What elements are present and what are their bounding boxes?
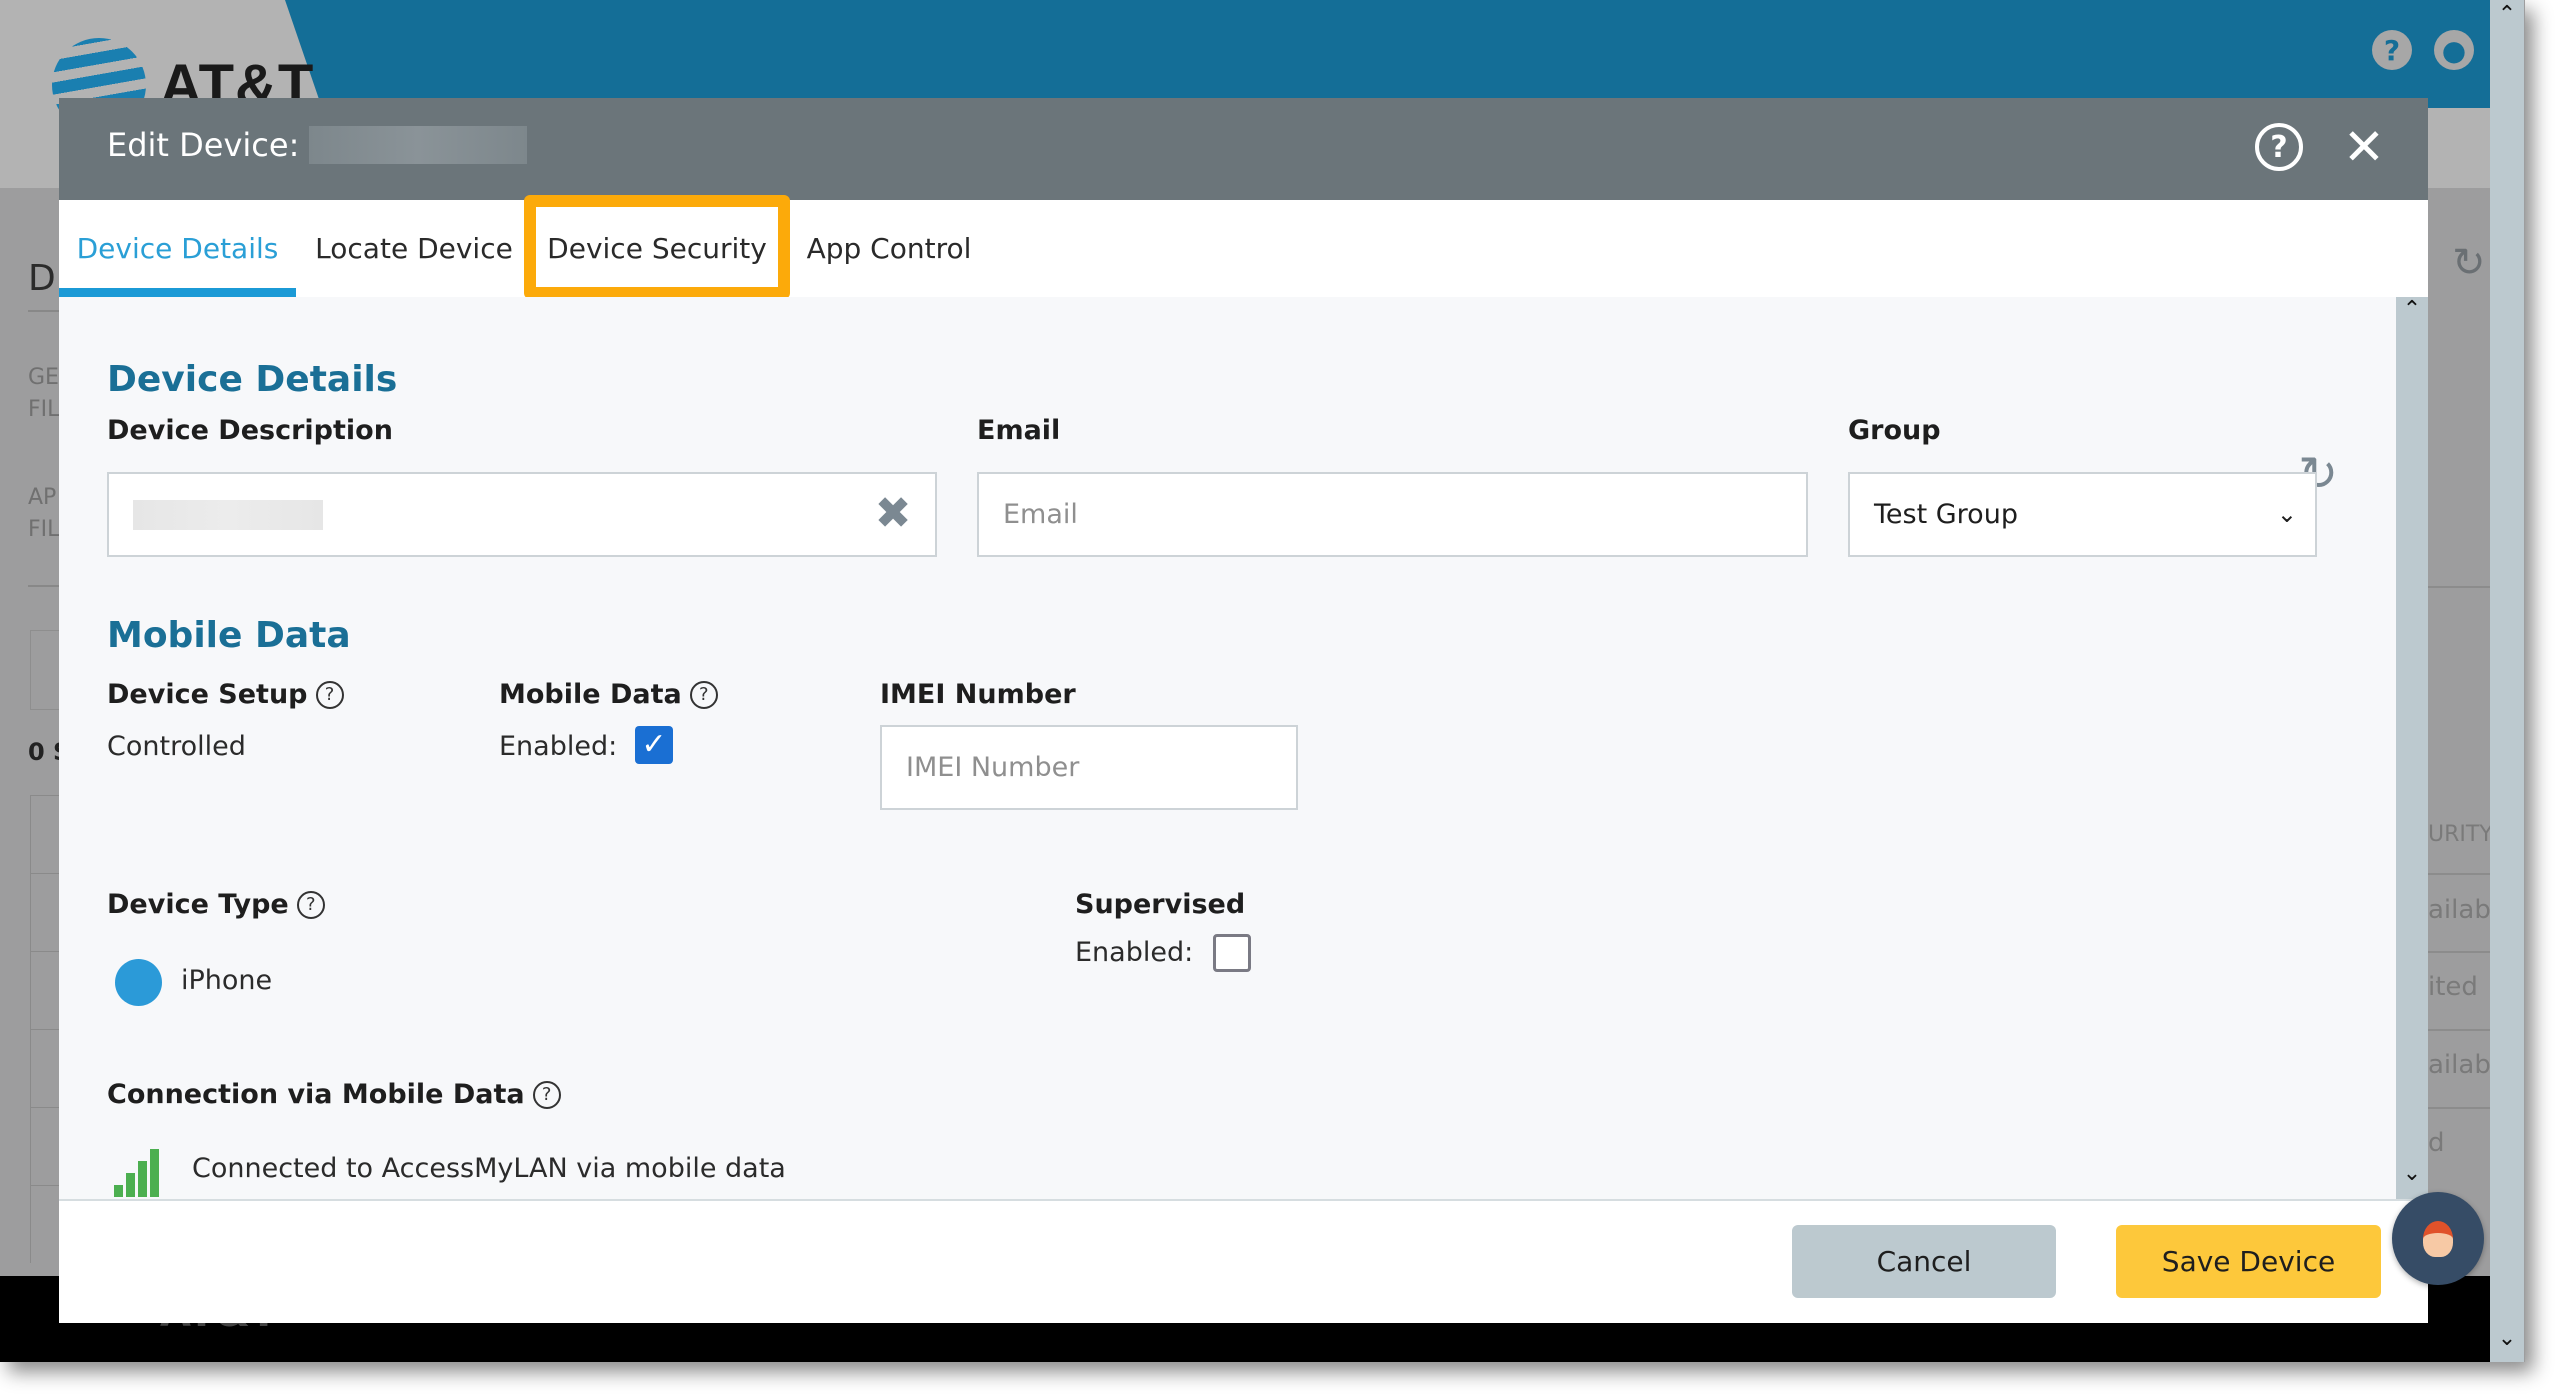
modal-header: Edit Device: ? ✕: [59, 98, 2428, 200]
app-header-band: [285, 0, 2490, 108]
help-circle-icon[interactable]: ?: [315, 680, 344, 709]
filter-label: FIL: [28, 517, 60, 542]
device-name-redacted: [309, 126, 528, 164]
device-type-value: iPhone: [181, 965, 273, 996]
email-label: Email: [977, 415, 1061, 446]
help-icon[interactable]: ?: [2255, 123, 2303, 171]
divider: [2428, 1107, 2490, 1109]
clear-icon[interactable]: ✖: [871, 492, 915, 536]
app-help-icon[interactable]: ?: [2372, 30, 2412, 70]
app-refresh-icon: ↻: [2452, 240, 2486, 286]
device-description-label: Device Description: [107, 415, 393, 446]
supervised-checkbox[interactable]: [1213, 934, 1251, 972]
page-scrollbar[interactable]: ⌃ ⌄: [2490, 0, 2524, 1362]
tab-app-control[interactable]: App Control: [794, 200, 984, 297]
help-circle-icon[interactable]: ?: [689, 680, 718, 709]
connection-status: Connected to AccessMyLAN via mobile data: [192, 1153, 786, 1184]
filter-label: AP: [28, 485, 57, 510]
tab-bar: Device Details Locate Device Device Secu…: [59, 200, 2428, 297]
chevron-down-icon: ⌄: [2276, 500, 2297, 528]
save-device-button[interactable]: Save Device: [2116, 1225, 2381, 1298]
device-setup-label-text: Device Setup: [107, 679, 308, 710]
scroll-up-icon[interactable]: ⌃: [2396, 297, 2428, 322]
close-icon[interactable]: ✕: [2343, 120, 2385, 174]
divider: [2428, 951, 2490, 953]
divider: [2428, 873, 2490, 875]
divider: [2428, 586, 2490, 588]
table-cell: ited: [2428, 972, 2478, 1002]
user-account-icon[interactable]: ●: [2434, 30, 2474, 70]
chat-assistant-avatar[interactable]: [2392, 1192, 2484, 1285]
modal-title-text: Edit Device:: [107, 126, 300, 164]
group-label: Group: [1848, 415, 1941, 446]
tab-locate-device[interactable]: Locate Device: [309, 200, 519, 297]
modal-scrollbar[interactable]: ⌃ ⌄: [2396, 297, 2428, 1199]
imei-placeholder: IMEI Number: [906, 752, 1080, 783]
email-input[interactable]: Email: [977, 472, 1808, 557]
filter-label: FIL: [28, 397, 60, 422]
signal-strength-icon: [114, 1149, 160, 1197]
device-type-label-text: Device Type: [107, 889, 289, 920]
supervised-label: Supervised: [1075, 889, 1246, 920]
supervised-enabled-label: Enabled:: [1075, 937, 1194, 968]
section-heading-mobile-data: Mobile Data: [107, 615, 351, 656]
help-circle-icon[interactable]: ?: [296, 890, 325, 919]
device-setup-label: Device Setup ?: [107, 679, 344, 710]
scroll-up-icon[interactable]: ⌃: [2490, 2, 2524, 27]
modal-title: Edit Device:: [107, 126, 528, 164]
scroll-down-icon[interactable]: ⌄: [2396, 1161, 2428, 1186]
section-heading-device-details: Device Details: [107, 359, 398, 400]
table-cell: ailabl: [2428, 895, 2490, 925]
group-select[interactable]: Test Group ⌄: [1848, 472, 2317, 557]
edit-device-modal: Edit Device: ? ✕ Device Details Locate D…: [59, 98, 2428, 1323]
assistant-face-icon: [2423, 1220, 2453, 1257]
mobile-data-enabled-label: Enabled:: [499, 731, 618, 762]
device-setup-value: Controlled: [107, 731, 246, 762]
table-cell: ailabl: [2428, 1050, 2490, 1080]
mobile-data-checkbox[interactable]: ✓: [635, 726, 673, 764]
email-placeholder: Email: [1003, 499, 1078, 530]
column-header: URITY: [2428, 822, 2490, 847]
device-type-label: Device Type ?: [107, 889, 325, 920]
scroll-down-icon[interactable]: ⌄: [2490, 1326, 2524, 1351]
imei-input[interactable]: IMEI Number: [880, 725, 1298, 810]
group-selected-value: Test Group: [1874, 499, 2018, 530]
connection-label: Connection via Mobile Data ?: [107, 1079, 561, 1110]
tab-device-security[interactable]: Device Security: [529, 200, 785, 297]
mobile-data-label: Mobile Data ?: [499, 679, 718, 710]
modal-body: Device Details ↻ Device Description ✖ Em…: [59, 297, 2396, 1199]
filter-label: GE: [28, 365, 59, 390]
apple-icon: [115, 959, 162, 1006]
divider: [2428, 1029, 2490, 1031]
connection-label-text: Connection via Mobile Data: [107, 1079, 525, 1110]
cancel-button[interactable]: Cancel: [1792, 1225, 2056, 1298]
tab-device-details[interactable]: Device Details: [59, 200, 296, 297]
table-cell: d: [2428, 1128, 2445, 1158]
device-description-input[interactable]: ✖: [107, 472, 937, 557]
mobile-data-label-text: Mobile Data: [499, 679, 682, 710]
help-circle-icon[interactable]: ?: [532, 1080, 561, 1109]
description-redacted: [133, 499, 323, 530]
modal-footer: Cancel Save Device: [59, 1199, 2428, 1323]
imei-label: IMEI Number: [880, 679, 1076, 710]
